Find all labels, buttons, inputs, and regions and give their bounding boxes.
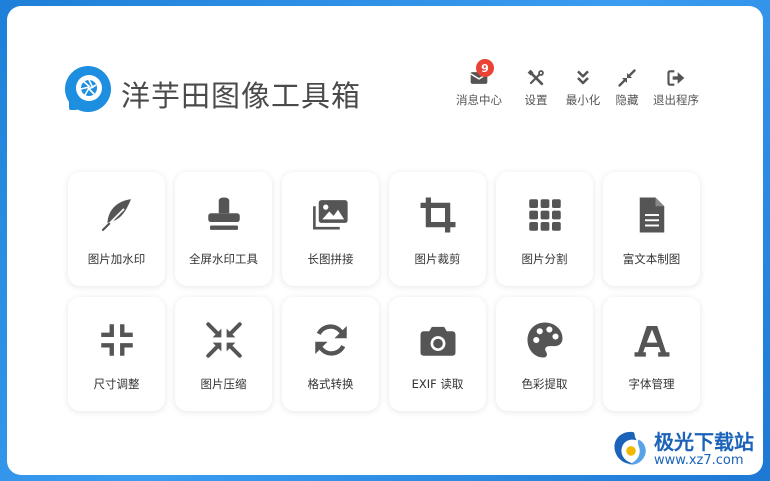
tools-icon <box>527 69 544 86</box>
tool-image-split[interactable]: 图片分割 <box>496 172 593 286</box>
tool-label: 色彩提取 <box>521 377 568 391</box>
message-count-badge: 9 <box>476 59 494 77</box>
app-logo-icon <box>65 66 111 112</box>
tool-label: 长图拼接 <box>307 252 354 266</box>
camera-icon <box>420 326 455 356</box>
feather-icon <box>101 199 131 232</box>
stamp-icon <box>207 197 240 230</box>
app-window: 洋芋田图像工具箱 9 消息中心 设置 最小化 隐藏 退出程序 图片加水印 全屏水… <box>7 6 763 475</box>
swirl-logo-icon <box>614 431 646 465</box>
tool-label: 图片分割 <box>521 252 568 266</box>
exit-label: 退出程序 <box>653 93 699 107</box>
tool-label: 字体管理 <box>628 377 675 391</box>
compress-arrows-icon <box>618 69 636 87</box>
tool-font-manage[interactable]: 字体管理 <box>603 297 700 411</box>
crop-icon <box>420 197 455 233</box>
exit-button[interactable]: 退出程序 <box>648 68 704 108</box>
tool-format-convert[interactable]: 格式转换 <box>282 297 379 411</box>
font-icon <box>634 326 669 357</box>
grid-icon <box>528 199 561 231</box>
app-title: 洋芋田图像工具箱 <box>121 79 362 113</box>
tool-image-crop[interactable]: 图片裁剪 <box>389 172 486 286</box>
message-center-button[interactable]: 9 消息中心 <box>443 59 515 108</box>
sign-out-icon <box>667 70 685 86</box>
minimize-button[interactable]: 最小化 <box>558 68 608 108</box>
tool-image-compress[interactable]: 图片压缩 <box>175 297 272 411</box>
tool-label: 图片压缩 <box>200 377 247 391</box>
tool-exif-read[interactable]: EXIF 读取 <box>389 297 486 411</box>
compress-arrows-icon <box>205 322 242 358</box>
tool-label: 富文本制图 <box>622 252 681 266</box>
tool-label: EXIF 读取 <box>411 377 464 391</box>
message-center-label: 消息中心 <box>456 93 502 107</box>
window-toolbar: 9 消息中心 设置 最小化 隐藏 退出程序 <box>443 59 704 108</box>
settings-label: 设置 <box>524 93 548 107</box>
hide-label: 隐藏 <box>615 93 639 107</box>
minimize-label: 最小化 <box>565 93 601 107</box>
tool-label: 尺寸调整 <box>93 377 140 391</box>
tool-label: 图片裁剪 <box>414 252 461 266</box>
tool-color-extract[interactable]: 色彩提取 <box>496 297 593 411</box>
site-watermark: 极光下载站 www.xz7.com <box>610 424 770 476</box>
tool-rich-text-image[interactable]: 富文本制图 <box>603 172 700 286</box>
tool-fullscreen-watermark[interactable]: 全屏水印工具 <box>175 172 272 286</box>
settings-button[interactable]: 设置 <box>519 68 553 108</box>
watermark-url: www.xz7.com <box>654 453 744 468</box>
tool-label: 格式转换 <box>307 377 354 391</box>
compress-icon <box>100 324 133 356</box>
hide-button[interactable]: 隐藏 <box>610 68 644 108</box>
tool-grid: 图片加水印 全屏水印工具 长图拼接 图片裁剪 图片分割 富文本制图 尺寸调整 图… <box>68 172 700 411</box>
tool-long-image-stitch[interactable]: 长图拼接 <box>282 172 379 286</box>
tool-label: 全屏水印工具 <box>189 252 258 266</box>
document-icon <box>639 197 664 233</box>
palette-icon <box>527 322 562 358</box>
tool-label: 图片加水印 <box>87 252 146 266</box>
watermark-title: 极光下载站 <box>654 430 754 454</box>
sync-icon <box>314 324 347 356</box>
double-chevron-down-icon <box>577 70 589 85</box>
tool-image-watermark[interactable]: 图片加水印 <box>68 172 165 286</box>
tool-resize[interactable]: 尺寸调整 <box>68 297 165 411</box>
images-icon <box>312 200 348 230</box>
